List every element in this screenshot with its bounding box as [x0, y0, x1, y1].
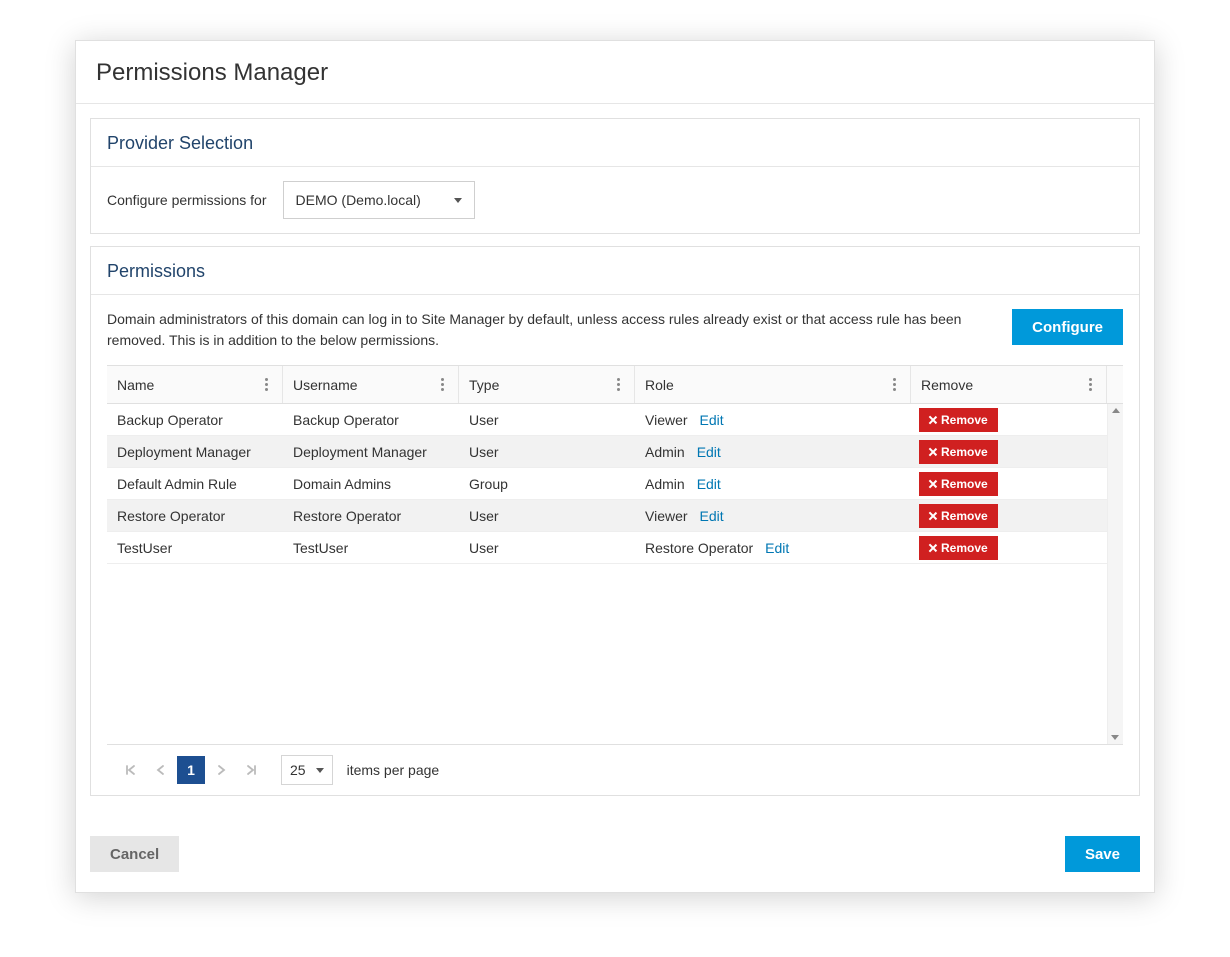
column-menu-icon[interactable]: [437, 374, 448, 395]
close-icon: [929, 512, 937, 520]
provider-selection-title: Provider Selection: [107, 133, 1123, 154]
cell-username: Backup Operator: [293, 412, 399, 428]
cell-username: Deployment Manager: [293, 444, 427, 460]
cell-role: Viewer: [645, 508, 688, 524]
column-menu-icon[interactable]: [261, 374, 272, 395]
edit-role-link[interactable]: Edit: [697, 476, 721, 492]
cell-type: User: [469, 412, 499, 428]
col-header-remove: Remove: [921, 377, 1085, 393]
cell-type: User: [469, 444, 499, 460]
column-menu-icon[interactable]: [1085, 374, 1096, 395]
cell-type: User: [469, 540, 499, 556]
table-row: Backup Operator Backup Operator User Viewer…: [107, 404, 1123, 436]
cell-name: TestUser: [117, 540, 172, 556]
pager-last-button[interactable]: [237, 756, 265, 784]
cell-username: Restore Operator: [293, 508, 401, 524]
cell-name: Deployment Manager: [117, 444, 251, 460]
cell-role: Admin: [645, 476, 685, 492]
footer: Cancel Save: [76, 822, 1154, 892]
grid-body: Backup Operator Backup Operator User Viewer…: [107, 404, 1123, 744]
cell-username: TestUser: [293, 540, 348, 556]
grid-header: Name Username Type Role: [107, 366, 1123, 404]
remove-button[interactable]: Remove: [919, 504, 998, 528]
cell-role: Admin: [645, 444, 685, 460]
permissions-title: Permissions: [107, 261, 1123, 282]
remove-button[interactable]: Remove: [919, 472, 998, 496]
edit-role-link[interactable]: Edit: [697, 444, 721, 460]
col-header-role: Role: [645, 377, 889, 393]
remove-button[interactable]: Remove: [919, 408, 998, 432]
permissions-section: Permissions Domain administrators of thi…: [90, 246, 1140, 796]
remove-button[interactable]: Remove: [919, 440, 998, 464]
page-size-select[interactable]: 25: [281, 755, 333, 785]
pager-prev-button[interactable]: [147, 756, 175, 784]
edit-role-link[interactable]: Edit: [700, 508, 724, 524]
provider-select[interactable]: DEMO (Demo.local): [283, 181, 475, 219]
table-row: Deployment Manager Deployment Manager User…: [107, 436, 1123, 468]
cell-name: Backup Operator: [117, 412, 223, 428]
scroll-down-icon: [1111, 735, 1119, 740]
scroll-up-icon: [1112, 408, 1120, 413]
cell-role: Restore Operator: [645, 540, 753, 556]
table-row: Default Admin Rule Domain Admins Group Admi…: [107, 468, 1123, 500]
edit-role-link[interactable]: Edit: [700, 412, 724, 428]
provider-label: Configure permissions for: [107, 192, 267, 208]
page-title: Permissions Manager: [96, 59, 1134, 87]
permissions-message: Domain administrators of this domain can…: [107, 309, 994, 351]
body-area: Provider Selection Configure permissions…: [76, 104, 1154, 822]
edit-role-link[interactable]: Edit: [765, 540, 789, 556]
col-header-username: Username: [293, 377, 437, 393]
pagination-bar: 1 25 items per page: [107, 744, 1123, 795]
cell-username: Domain Admins: [293, 476, 391, 492]
cell-name: Default Admin Rule: [117, 476, 237, 492]
pager-first-button[interactable]: [117, 756, 145, 784]
grid-scrollbar[interactable]: [1107, 404, 1123, 744]
cell-role: Viewer: [645, 412, 688, 428]
pager-label: items per page: [347, 762, 440, 778]
pager-current-page[interactable]: 1: [177, 756, 205, 784]
table-row: Restore Operator Restore Operator User View…: [107, 500, 1123, 532]
cancel-button[interactable]: Cancel: [90, 836, 179, 872]
col-header-name: Name: [117, 377, 261, 393]
permissions-grid: Name Username Type Role: [107, 365, 1123, 795]
close-icon: [929, 480, 937, 488]
close-icon: [929, 448, 937, 456]
cell-name: Restore Operator: [117, 508, 225, 524]
permissions-manager-panel: Permissions Manager Provider Selection C…: [75, 40, 1155, 893]
chevron-down-icon: [454, 198, 462, 203]
close-icon: [929, 416, 937, 424]
cell-type: User: [469, 508, 499, 524]
column-menu-icon[interactable]: [889, 374, 900, 395]
close-icon: [929, 544, 937, 552]
pager-next-button[interactable]: [207, 756, 235, 784]
configure-button[interactable]: Configure: [1012, 309, 1123, 345]
save-button[interactable]: Save: [1065, 836, 1140, 872]
provider-selected-value: DEMO (Demo.local): [296, 192, 421, 208]
table-row: TestUser TestUser User Restore Operator Edit…: [107, 532, 1123, 564]
page-size-value: 25: [290, 762, 306, 778]
provider-selection-section: Provider Selection Configure permissions…: [90, 118, 1140, 234]
cell-type: Group: [469, 476, 508, 492]
page-title-row: Permissions Manager: [76, 41, 1154, 104]
chevron-down-icon: [316, 768, 324, 773]
remove-button[interactable]: Remove: [919, 536, 998, 560]
column-menu-icon[interactable]: [613, 374, 624, 395]
col-header-type: Type: [469, 377, 613, 393]
